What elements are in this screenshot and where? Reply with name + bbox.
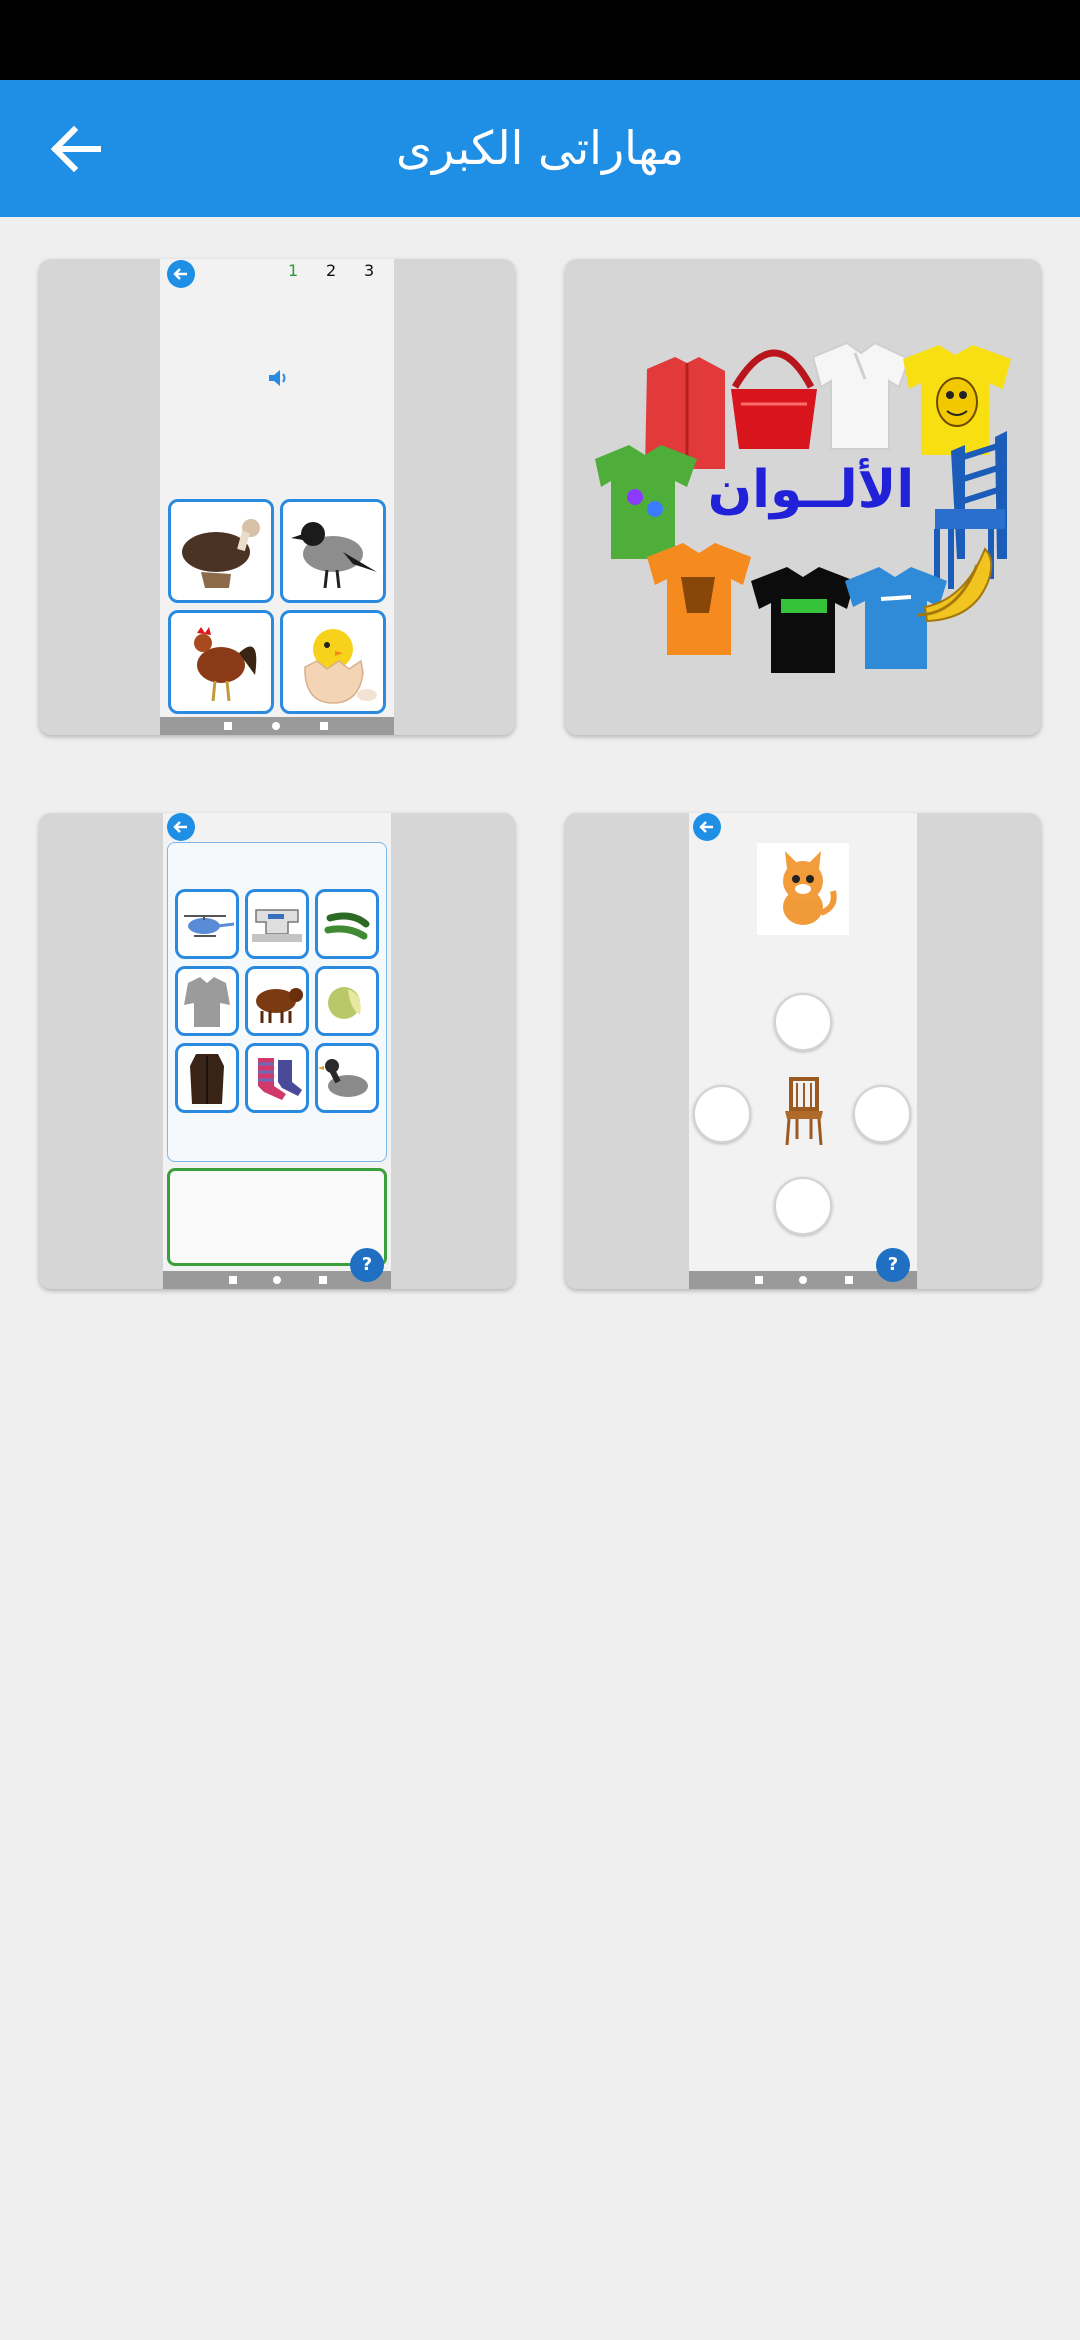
tile-blouse (175, 966, 239, 1036)
mini-nav-bar (160, 717, 394, 735)
grid-screen-preview: ? (163, 813, 391, 1289)
tile-bull (245, 966, 309, 1036)
status-bar (0, 0, 1080, 80)
position-quiz-card[interactable]: ? (565, 813, 1041, 1289)
tile-duck (315, 1043, 379, 1113)
tile-socks (245, 1043, 309, 1113)
page-number-2: 2 (326, 261, 337, 280)
colors-title: الألــوان (708, 457, 914, 520)
tile-sewing-machine (245, 889, 309, 959)
arrow-left-icon (50, 125, 101, 173)
target-circle-top (774, 993, 832, 1051)
position-screen-preview: ? (689, 813, 917, 1289)
quiz-screen-preview: 1 2 3 (160, 259, 394, 735)
target-circle-right (853, 1085, 911, 1143)
tile-helicopter (175, 889, 239, 959)
tile-melon (315, 966, 379, 1036)
drop-zone (167, 1168, 387, 1266)
app-bar: مهاراتى الكبرى (0, 80, 1080, 217)
tile-chick (280, 610, 386, 714)
target-circle-bottom (774, 1177, 832, 1235)
tile-crow (280, 499, 386, 603)
target-circle-left (693, 1085, 751, 1143)
page-number-1: 1 (288, 261, 299, 280)
grid-sort-card[interactable]: ? (39, 813, 515, 1289)
speaker-icon (269, 370, 286, 386)
back-button[interactable] (40, 113, 112, 185)
tile-cucumber (315, 889, 379, 959)
colors-card[interactable]: الألــوان (565, 259, 1041, 735)
page-number-3: 3 (364, 261, 375, 280)
help-icon: ? (876, 1248, 910, 1282)
colors-collage: الألــوان (595, 341, 1011, 673)
page-title: مهاراتى الكبرى (395, 121, 685, 175)
chair-image (785, 1077, 823, 1146)
cat-image (757, 843, 849, 935)
tile-vulture (168, 499, 274, 603)
tile-coat (175, 1043, 239, 1113)
mini-back-icon (167, 260, 195, 288)
mini-back-icon (167, 813, 195, 841)
tile-rooster (168, 610, 274, 714)
help-icon: ? (350, 1248, 384, 1282)
mini-back-icon (693, 813, 721, 841)
sound-quiz-card[interactable]: 1 2 3 (39, 259, 515, 735)
